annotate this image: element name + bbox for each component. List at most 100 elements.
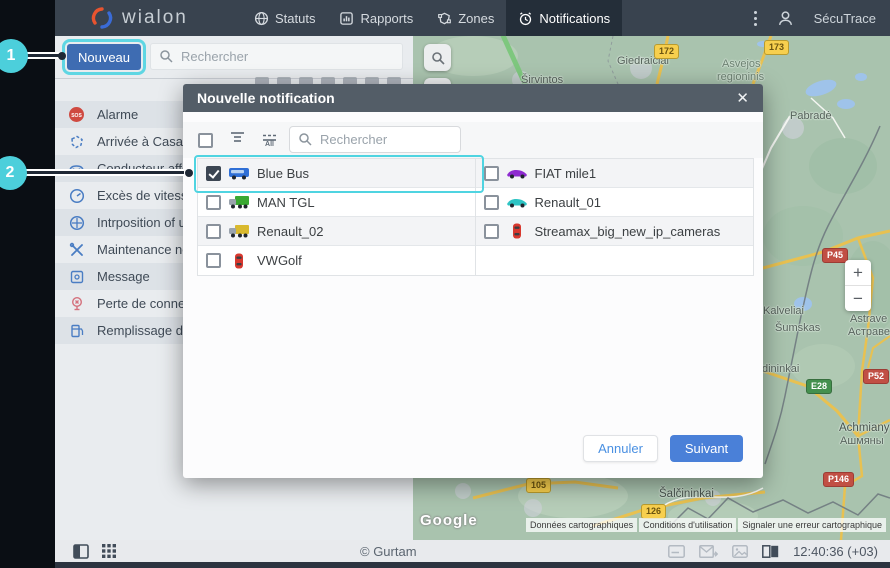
unit-row-renault-01[interactable]: Renault_01 bbox=[475, 188, 753, 217]
notification-label: Perte de connexi bbox=[97, 296, 195, 311]
main-nav: Statuts Rapports Zones Notifications bbox=[242, 0, 623, 36]
notification-label: Alarme bbox=[97, 107, 139, 122]
unit-checkbox[interactable] bbox=[206, 194, 221, 210]
unit-column-right: FIAT mile1 Renault_01 Streamax_big_new_i… bbox=[474, 159, 753, 275]
unit-column-left: Blue Bus MAN TGL Renault_02 VWGolf bbox=[198, 159, 475, 275]
mail-send-icon[interactable] bbox=[699, 544, 719, 558]
user-icon[interactable] bbox=[777, 10, 794, 27]
top-navigation-bar: wialon Statuts Rapports Zones Notificati… bbox=[55, 0, 890, 36]
unit-row-man-tgl[interactable]: MAN TGL bbox=[198, 188, 475, 217]
wialon-app: Giedraičiai Širvintos Asvejos regioninis… bbox=[0, 0, 890, 568]
media-icon[interactable] bbox=[732, 544, 749, 558]
unit-list-toolbar: All bbox=[183, 122, 763, 158]
alarm-clock-icon bbox=[520, 11, 532, 25]
unit-checkbox[interactable] bbox=[483, 165, 499, 181]
sos-alarm-icon: SOS bbox=[68, 106, 85, 123]
map-label: Astrave bbox=[850, 313, 888, 325]
callout-line-2 bbox=[26, 169, 184, 176]
speedometer-icon bbox=[68, 187, 85, 204]
unit-row-vwgolf[interactable]: VWGolf bbox=[198, 246, 475, 275]
kebab-menu-icon[interactable] bbox=[753, 10, 757, 26]
car-top-red-icon bbox=[506, 223, 528, 239]
sportscar-side-teal-icon bbox=[506, 194, 528, 210]
wialon-logo-icon bbox=[91, 7, 113, 29]
car-top-red-icon bbox=[228, 253, 250, 269]
messages-icon[interactable] bbox=[668, 544, 686, 558]
geofence-icon bbox=[438, 12, 452, 24]
nav-rapports[interactable]: Rapports bbox=[327, 0, 425, 36]
road-badge: 105 bbox=[526, 478, 552, 493]
callout-dot-1 bbox=[58, 52, 66, 60]
map-label: Астраве bbox=[848, 326, 890, 338]
unit-name: Blue Bus bbox=[257, 165, 310, 181]
maintenance-icon bbox=[68, 241, 85, 258]
attribution-data[interactable]: Données cartographiques bbox=[526, 518, 638, 532]
unit-search bbox=[289, 126, 461, 153]
unit-name: VWGolf bbox=[257, 253, 302, 268]
map-label: Achmiany bbox=[839, 422, 890, 434]
callout-number: 2 bbox=[5, 164, 15, 181]
zoom-in-button[interactable]: + bbox=[845, 260, 871, 286]
layout-panel-icon[interactable] bbox=[73, 543, 89, 559]
fuel-icon bbox=[68, 322, 85, 339]
nav-label: Rapports bbox=[360, 10, 414, 26]
unit-name: MAN TGL bbox=[257, 194, 315, 210]
split-view-icon[interactable] bbox=[762, 544, 779, 558]
close-icon[interactable]: ✕ bbox=[736, 89, 749, 107]
unit-checkbox[interactable] bbox=[206, 165, 221, 181]
connection-lost-icon bbox=[68, 295, 85, 312]
callout-number: 1 bbox=[6, 47, 16, 64]
unit-row-renault-02[interactable]: Renault_02 bbox=[198, 217, 475, 246]
message-icon bbox=[68, 268, 85, 285]
notification-label: Excès de vitesse bbox=[97, 188, 195, 203]
new-notification-button[interactable]: Nouveau bbox=[62, 39, 146, 75]
unit-name: Streamax_big_new_ip_cameras bbox=[534, 223, 721, 239]
current-user-name[interactable]: SécuTrace bbox=[814, 11, 876, 26]
search-icon bbox=[160, 50, 173, 63]
unit-list-icon[interactable] bbox=[230, 131, 245, 149]
cancel-button[interactable]: Annuler bbox=[583, 435, 658, 462]
map-label: dininkai bbox=[762, 363, 800, 375]
select-all-checkbox[interactable] bbox=[198, 132, 213, 148]
unit-checkbox[interactable] bbox=[206, 253, 221, 268]
unit-search-input[interactable] bbox=[289, 126, 461, 153]
attribution-terms[interactable]: Conditions d'utilisation bbox=[639, 518, 737, 532]
apps-grid-icon[interactable] bbox=[102, 543, 116, 558]
map-label: Šalčininkai bbox=[659, 488, 714, 500]
next-button[interactable]: Suivant bbox=[670, 435, 743, 462]
sidebar-search bbox=[150, 43, 403, 70]
nav-label: Statuts bbox=[275, 10, 316, 26]
new-notification-dialog: Nouvelle notification ✕ All Rechercher B… bbox=[183, 84, 763, 478]
map-attribution: Données cartographiques Conditions d'uti… bbox=[526, 518, 886, 532]
map-zoom-control: + − bbox=[845, 260, 871, 311]
unit-row-streamax[interactable]: Streamax_big_new_ip_cameras bbox=[475, 217, 753, 246]
dialog-title: Nouvelle notification bbox=[197, 90, 335, 106]
show-all-list-icon[interactable]: All bbox=[262, 134, 277, 148]
dialog-footer: Annuler Suivant bbox=[583, 435, 743, 462]
road-badge: 173 bbox=[764, 40, 790, 55]
dialog-header: Nouvelle notification ✕ bbox=[183, 84, 763, 112]
unit-name: Renault_02 bbox=[257, 223, 324, 239]
nav-statuts[interactable]: Statuts bbox=[242, 0, 327, 36]
unit-checkbox[interactable] bbox=[483, 194, 499, 210]
copyright-text: © Gurtam bbox=[360, 543, 417, 559]
road-badge: 172 bbox=[654, 44, 680, 59]
zoom-out-button[interactable]: − bbox=[845, 286, 871, 311]
unit-row-fiat-mile1[interactable]: FIAT mile1 bbox=[475, 159, 753, 188]
road-badge: P52 bbox=[863, 369, 890, 384]
unit-checkbox[interactable] bbox=[483, 223, 499, 239]
map-label: Šumskas bbox=[775, 322, 821, 334]
map-label: Pabradė bbox=[790, 110, 832, 122]
nav-zones[interactable]: Zones bbox=[425, 0, 506, 36]
map-search-button[interactable] bbox=[424, 44, 451, 71]
sportscar-side-purple-icon bbox=[506, 165, 528, 181]
attribution-report[interactable]: Signaler une erreur cartographique bbox=[738, 518, 886, 532]
unit-row-blue-bus[interactable]: Blue Bus bbox=[198, 159, 475, 188]
unit-checkbox[interactable] bbox=[206, 223, 221, 239]
map-label: Ашмяны bbox=[840, 435, 884, 447]
geofence-entry-icon bbox=[68, 133, 85, 150]
truck-side-yellow-icon bbox=[228, 223, 250, 239]
sidebar-search-input[interactable] bbox=[150, 43, 403, 70]
nav-notifications[interactable]: Notifications bbox=[506, 0, 623, 36]
report-icon bbox=[340, 11, 354, 25]
